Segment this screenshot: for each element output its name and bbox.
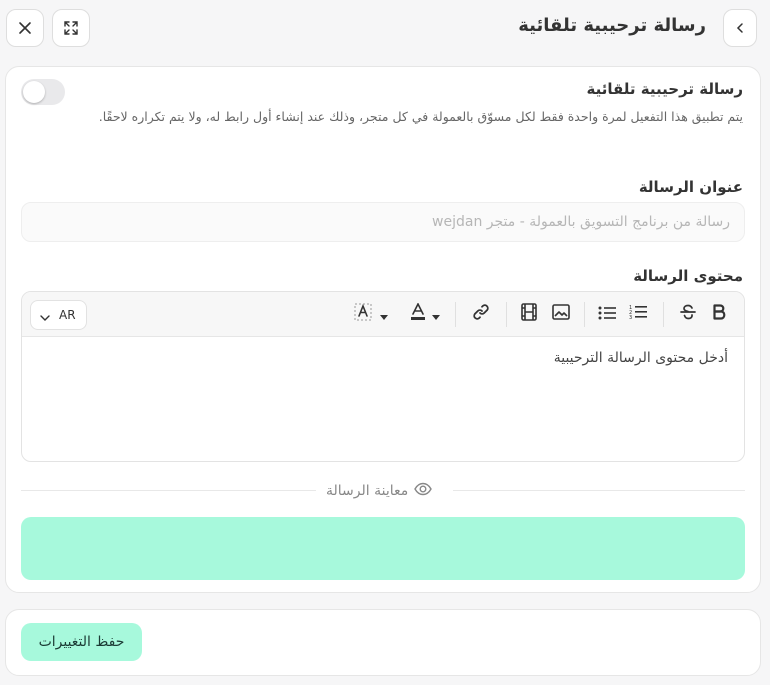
back-button[interactable] [723, 9, 757, 47]
divider-line [453, 490, 745, 491]
message-title-input[interactable] [21, 202, 745, 242]
message-title-label: عنوان الرسالة [638, 178, 743, 196]
text-color-icon [410, 302, 426, 325]
image-button[interactable] [550, 302, 572, 326]
toolbar-separator [584, 302, 585, 327]
text-color-button[interactable] [407, 302, 443, 326]
auto-welcome-description: يتم تطبيق هذا التفعيل لمرة واحدة فقط لكل… [98, 109, 743, 124]
toolbar-separator [506, 302, 507, 327]
chevron-down-icon [40, 306, 50, 325]
bubble-tail [734, 561, 744, 571]
bullet-list-icon [598, 305, 616, 324]
expand-button[interactable] [52, 9, 90, 47]
highlight-color-button[interactable] [352, 302, 390, 326]
chevron-down-icon [380, 305, 388, 324]
preview-label-text: معاينة الرسالة [326, 483, 409, 499]
auto-welcome-toggle[interactable] [21, 79, 65, 105]
preview-label: معاينة الرسالة [326, 480, 444, 502]
expand-icon [63, 20, 79, 36]
toggle-knob [23, 81, 45, 103]
welcome-message-card: رسالة ترحيبية تلقائية يتم تطبيق هذا التف… [5, 66, 761, 593]
chevron-down-icon [432, 305, 440, 324]
toolbar-separator [663, 302, 664, 327]
toolbar-separator [455, 302, 456, 327]
message-content-input[interactable]: أدخل محتوى الرسالة الترحيبية [554, 350, 728, 366]
highlight-icon [354, 303, 374, 325]
image-icon [552, 304, 570, 324]
strikethrough-icon [680, 304, 696, 324]
link-icon [472, 303, 490, 325]
close-button[interactable] [6, 9, 44, 47]
bold-icon [712, 304, 726, 324]
auto-welcome-title: رسالة ترحيبية تلقائية [586, 80, 743, 98]
footer-card: حفظ التغييرات [5, 609, 761, 676]
ordered-list-button[interactable]: 1 2 3 [627, 302, 649, 326]
top-bar: رسالة ترحيبية تلقائية [0, 0, 770, 58]
svg-text:3: 3 [629, 315, 632, 320]
message-content-editor: AR 1 2 3 أدخل محتوى الرسالة الترحيبية [21, 291, 745, 462]
bullet-list-button[interactable] [596, 302, 618, 326]
close-icon [18, 21, 32, 35]
language-select[interactable]: AR [30, 300, 87, 330]
message-content-label: محتوى الرسالة [633, 267, 743, 285]
eye-icon [414, 482, 433, 500]
strikethrough-button[interactable] [677, 302, 699, 326]
page-title: رسالة ترحيبية تلقائية [518, 15, 706, 36]
language-code: AR [59, 308, 76, 322]
chevron-left-icon [735, 22, 745, 34]
editor-toolbar: AR 1 2 3 [22, 292, 744, 337]
bold-button[interactable] [708, 302, 730, 326]
divider-line [21, 490, 316, 491]
video-button[interactable] [518, 302, 540, 326]
message-preview-bubble [21, 517, 745, 580]
save-changes-button[interactable]: حفظ التغييرات [21, 623, 142, 661]
link-button[interactable] [469, 302, 493, 326]
ordered-list-icon: 1 2 3 [629, 304, 647, 324]
film-icon [521, 303, 537, 325]
